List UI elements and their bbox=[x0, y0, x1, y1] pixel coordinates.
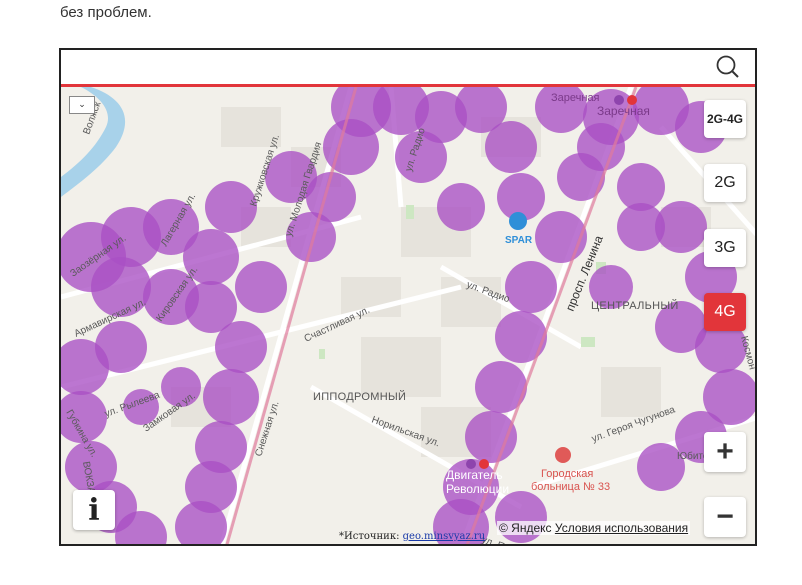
minus-icon: − bbox=[716, 500, 734, 533]
layer-dropdown[interactable]: ⌄ bbox=[69, 96, 95, 114]
poi-label: Городская bbox=[541, 468, 593, 480]
hospital-icon bbox=[555, 447, 571, 463]
map-canvas[interactable]: Снежная ул. ул. Молодая Гвардия Кружковс… bbox=[61, 87, 757, 546]
network-button-label: 4G bbox=[714, 303, 736, 320]
search-icon[interactable] bbox=[715, 54, 741, 80]
district-label: ИППОДРОМНЫЙ bbox=[313, 390, 406, 403]
network-button-2g[interactable]: 2G bbox=[704, 164, 746, 202]
source-link[interactable]: geo.minsvyaz.ru bbox=[403, 531, 486, 542]
district-label: ЦЕНТРАЛЬНЫЙ bbox=[591, 299, 679, 312]
network-button-label: 3G bbox=[714, 239, 736, 256]
network-button-label: 2G-4G bbox=[706, 112, 743, 126]
terms-link[interactable]: Условия использования bbox=[555, 521, 688, 535]
metro-label: Заречная bbox=[551, 92, 600, 104]
chevron-down-icon: ⌄ bbox=[78, 99, 86, 109]
metro-label: Революции bbox=[446, 482, 509, 496]
coverage-map[interactable]: Снежная ул. ул. Молодая Гвардия Кружковс… bbox=[59, 48, 757, 546]
zoom-out-button[interactable]: − bbox=[704, 497, 746, 537]
map-search-bar[interactable] bbox=[61, 50, 755, 87]
network-button-3g[interactable]: 3G bbox=[704, 229, 746, 267]
source-prefix: *Источник: bbox=[339, 531, 400, 542]
poi-label: SPAR bbox=[505, 235, 533, 246]
metro-label: Двигатель bbox=[446, 468, 503, 482]
plus-icon: + bbox=[716, 435, 734, 468]
intro-text: без проблем. bbox=[60, 4, 152, 21]
network-button-2g-4g[interactable]: 2G-4G bbox=[704, 100, 746, 138]
poi-label: больница № 33 bbox=[531, 481, 610, 493]
map-copyright: © Яндекс Условия использования bbox=[497, 521, 691, 535]
shop-icon bbox=[509, 212, 527, 230]
network-button-label: 2G bbox=[714, 174, 736, 191]
info-button[interactable]: i bbox=[73, 490, 115, 530]
copyright-text: © Яндекс bbox=[499, 521, 552, 535]
zoom-in-button[interactable]: + bbox=[704, 432, 746, 472]
info-icon: i bbox=[88, 492, 100, 528]
source-attribution: *Источник: geo.minsvyaz.ru bbox=[339, 531, 485, 542]
metro-label: Заречная bbox=[597, 104, 650, 118]
network-button-4g[interactable]: 4G bbox=[704, 293, 746, 331]
